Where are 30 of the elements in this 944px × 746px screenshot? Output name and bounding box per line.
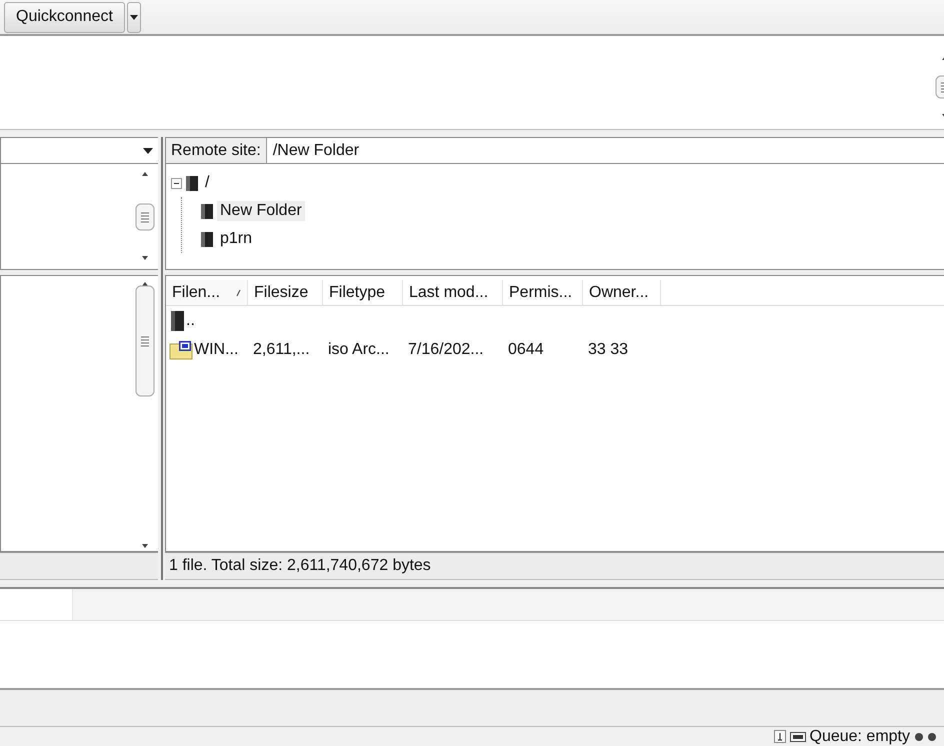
sort-icon [236, 288, 241, 296]
tree-item[interactable]: / [202, 173, 212, 193]
dropdown-button[interactable] [126, 2, 141, 32]
scrollbar[interactable] [134, 280, 156, 550]
folder-icon [200, 202, 214, 220]
caret-icon [143, 148, 153, 154]
folder-icon [185, 174, 199, 192]
queue-status: Queue: empty [810, 727, 910, 746]
column-header[interactable]: Filen... [166, 280, 248, 305]
folder-icon [200, 230, 214, 248]
remote-site-field[interactable]: Remote site: /New Folder [165, 137, 944, 164]
remote-site-label: Remote site: [166, 138, 267, 163]
disc-image-icon [169, 340, 193, 360]
collapse-icon[interactable] [171, 178, 182, 188]
tree-item[interactable]: New Folder [217, 201, 305, 221]
caret-icon [130, 14, 138, 20]
table-cell-text: iso Arc... [327, 340, 390, 358]
file-name[interactable]: .. [166, 310, 248, 332]
file-name[interactable]: WIN... [166, 340, 248, 360]
table-cell-text: 33 33 [587, 340, 630, 358]
table-cell-text: 7/16/202... [407, 340, 485, 358]
remote-path: /New Folder [272, 140, 360, 160]
remote-status-text: 1 file. Total size: 2,611,740,672 bytes [165, 552, 944, 580]
folder-icon [169, 310, 185, 332]
local-site-dropdown[interactable] [0, 137, 158, 164]
table-cell-text: 2,611,... [252, 340, 311, 358]
quickconnect-button[interactable]: Quickconnect [4, 2, 125, 32]
table-cell-text: 0644 [507, 340, 545, 358]
scrollbar[interactable] [134, 170, 156, 262]
tree-item[interactable]: p1rn [217, 229, 256, 249]
